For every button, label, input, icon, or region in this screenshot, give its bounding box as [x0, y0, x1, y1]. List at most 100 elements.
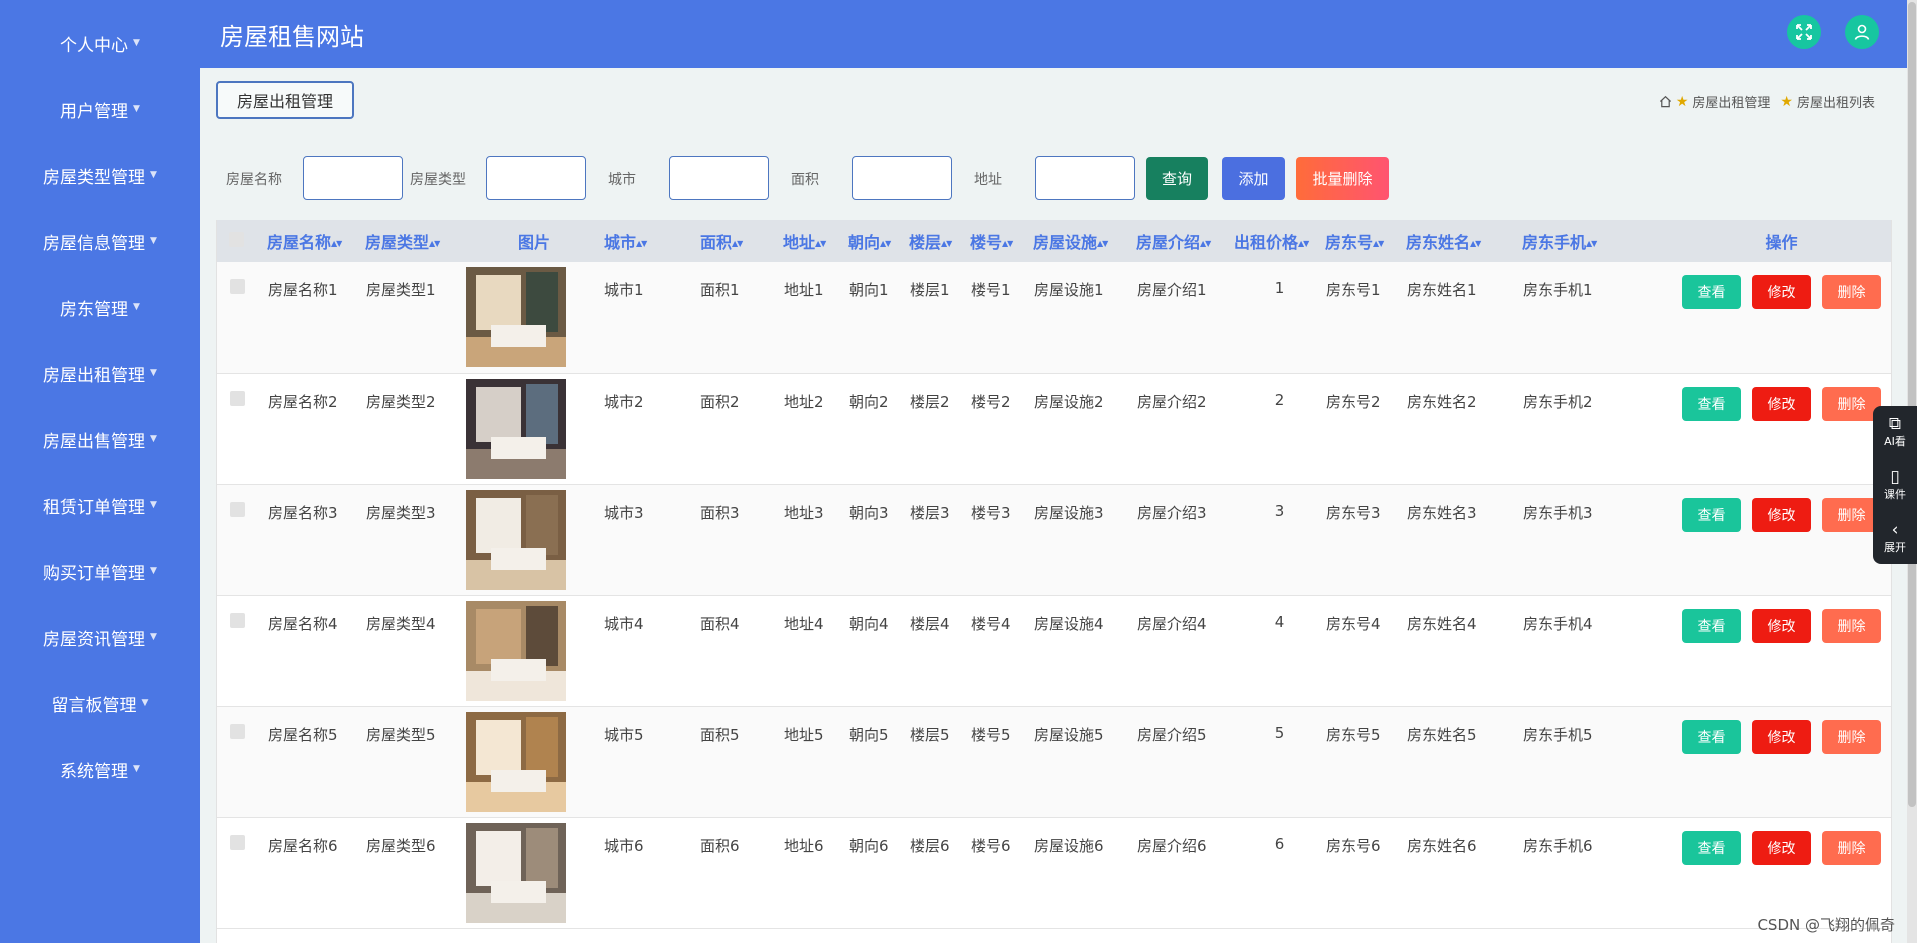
col-header-area[interactable]: 面积▲▼ [698, 220, 783, 262]
edit-button[interactable]: 修改 [1752, 719, 1811, 754]
user-avatar-icon [1854, 24, 1870, 40]
col-header-building[interactable]: 楼号▲▼ [970, 220, 1033, 262]
col-header-landlord-name[interactable]: 房东姓名▲▼ [1406, 220, 1522, 262]
sort-icon[interactable]: ▲▼ [1373, 239, 1384, 248]
row-checkbox[interactable] [230, 723, 245, 739]
select-all-checkbox[interactable] [229, 231, 244, 247]
sidebar-item[interactable]: 房屋资讯管理 ▼ [0, 604, 200, 670]
ai-icon: ⧉ [1888, 414, 1902, 435]
cell-select[interactable] [217, 373, 267, 484]
col-header-intro[interactable]: 房屋介绍▲▼ [1136, 220, 1234, 262]
col-header-landlord-phone[interactable]: 房东手机▲▼ [1522, 220, 1672, 262]
col-header-name[interactable]: 房屋名称▲▼ [267, 220, 365, 262]
edit-button[interactable]: 修改 [1752, 608, 1811, 643]
room-thumbnail[interactable] [466, 822, 566, 923]
col-header-city[interactable]: 城市▲▼ [603, 220, 698, 262]
sidebar-item[interactable]: 用户管理 ▼ [0, 76, 200, 142]
user-icon[interactable] [1845, 15, 1879, 49]
breadcrumb-item[interactable]: 房屋出租管理 [1692, 92, 1770, 111]
ai-view-tool[interactable]: ⧉ AI看 [1884, 415, 1906, 449]
scrollbar-thumb[interactable] [1908, 2, 1916, 807]
cell-select[interactable] [217, 595, 267, 706]
sidebar-item[interactable]: 房屋类型管理 ▼ [0, 142, 200, 208]
add-button[interactable]: 添加 [1222, 157, 1285, 200]
view-button[interactable]: 查看 [1682, 275, 1741, 309]
city-input[interactable] [669, 156, 769, 200]
edit-button[interactable]: 修改 [1752, 275, 1811, 309]
cell-address: 地址1 [784, 281, 824, 299]
query-button[interactable]: 查询 [1146, 157, 1208, 200]
sidebar-item[interactable]: 租赁订单管理 ▼ [0, 472, 200, 538]
col-header-price[interactable]: 出租价格▲▼ [1234, 220, 1325, 262]
view-button[interactable]: 查看 [1682, 386, 1741, 421]
col-header-type[interactable]: 房屋类型▲▼ [365, 220, 465, 262]
cell-select[interactable] [217, 817, 267, 928]
sort-icon[interactable]: ▲▼ [815, 239, 826, 248]
room-thumbnail[interactable] [466, 378, 566, 479]
row-checkbox[interactable] [230, 279, 245, 294]
area-input[interactable] [852, 156, 952, 200]
view-button[interactable]: 查看 [1682, 719, 1741, 754]
col-header-facilities[interactable]: 房屋设施▲▼ [1033, 220, 1136, 262]
cell-floor: 楼层5 [910, 725, 950, 744]
cell-image [465, 817, 603, 928]
sidebar-item[interactable]: 留言板管理 ▼ [0, 670, 200, 736]
view-button[interactable]: 查看 [1682, 608, 1741, 643]
row-checkbox[interactable] [230, 612, 245, 628]
address-input[interactable] [1035, 156, 1135, 200]
row-checkbox[interactable] [230, 834, 245, 850]
section-tab[interactable]: 房屋出租管理 [216, 81, 354, 119]
cell-area: 面积3 [700, 503, 740, 522]
sort-icon[interactable]: ▲▼ [1470, 239, 1481, 248]
room-thumbnail[interactable] [466, 267, 566, 367]
delete-button[interactable]: 删除 [1822, 275, 1881, 309]
col-header-orientation[interactable]: 朝向▲▼ [848, 220, 909, 262]
sidebar-item[interactable]: 个人中心 ▼ [0, 10, 200, 76]
edit-button[interactable]: 修改 [1752, 386, 1811, 421]
sort-icon[interactable]: ▲▼ [429, 239, 440, 248]
home-icon[interactable] [1659, 95, 1672, 108]
sort-icon[interactable]: ▲▼ [636, 239, 647, 248]
col-header-floor[interactable]: 楼层▲▼ [909, 220, 970, 262]
delete-button[interactable]: 删除 [1822, 608, 1881, 643]
batch-delete-button[interactable]: 批量删除 [1296, 157, 1389, 200]
sort-icon[interactable]: ▲▼ [941, 239, 952, 248]
sidebar-item[interactable]: 房东管理 ▼ [0, 274, 200, 340]
sidebar-item[interactable]: 房屋出租管理 ▼ [0, 340, 200, 406]
cell-select[interactable] [217, 262, 267, 373]
cell-select[interactable] [217, 706, 267, 817]
sort-icon[interactable]: ▲▼ [1002, 239, 1013, 248]
col-header-landlord-no[interactable]: 房东号▲▼ [1325, 220, 1406, 262]
sidebar-item[interactable]: 房屋出售管理 ▼ [0, 406, 200, 472]
view-button[interactable]: 查看 [1682, 830, 1741, 865]
courseware-tool[interactable]: ▯ 课件 [1884, 468, 1906, 502]
sort-icon[interactable]: ▲▼ [331, 239, 342, 248]
sort-icon[interactable]: ▲▼ [880, 239, 891, 248]
expand-label: 展开 [1884, 540, 1906, 554]
delete-button[interactable]: 删除 [1822, 830, 1881, 865]
expand-tool[interactable]: ‹ 展开 [1884, 521, 1906, 555]
edit-button[interactable]: 修改 [1752, 497, 1811, 532]
sidebar-item[interactable]: 房屋信息管理 ▼ [0, 208, 200, 274]
row-checkbox[interactable] [230, 501, 245, 517]
cell-select[interactable] [217, 484, 267, 595]
sort-icon[interactable]: ▲▼ [1097, 239, 1108, 248]
sort-icon[interactable]: ▲▼ [1200, 239, 1211, 248]
room-thumbnail[interactable] [466, 489, 566, 590]
sidebar-item[interactable]: 系统管理 ▼ [0, 736, 200, 802]
sidebar-item[interactable]: 购买订单管理 ▼ [0, 538, 200, 604]
type-input[interactable] [486, 156, 586, 200]
sort-icon[interactable]: ▲▼ [1298, 239, 1309, 248]
room-thumbnail[interactable] [466, 600, 566, 701]
row-checkbox[interactable] [230, 390, 245, 406]
name-input[interactable] [303, 156, 403, 200]
edit-button[interactable]: 修改 [1752, 830, 1811, 865]
delete-button[interactable]: 删除 [1822, 719, 1881, 754]
select-all-header[interactable] [217, 220, 267, 262]
col-header-address[interactable]: 地址▲▼ [783, 220, 848, 262]
sort-icon[interactable]: ▲▼ [1586, 239, 1597, 248]
room-thumbnail[interactable] [466, 711, 566, 812]
view-button[interactable]: 查看 [1682, 497, 1741, 532]
sort-icon[interactable]: ▲▼ [732, 239, 743, 248]
fullscreen-icon[interactable] [1787, 15, 1821, 49]
